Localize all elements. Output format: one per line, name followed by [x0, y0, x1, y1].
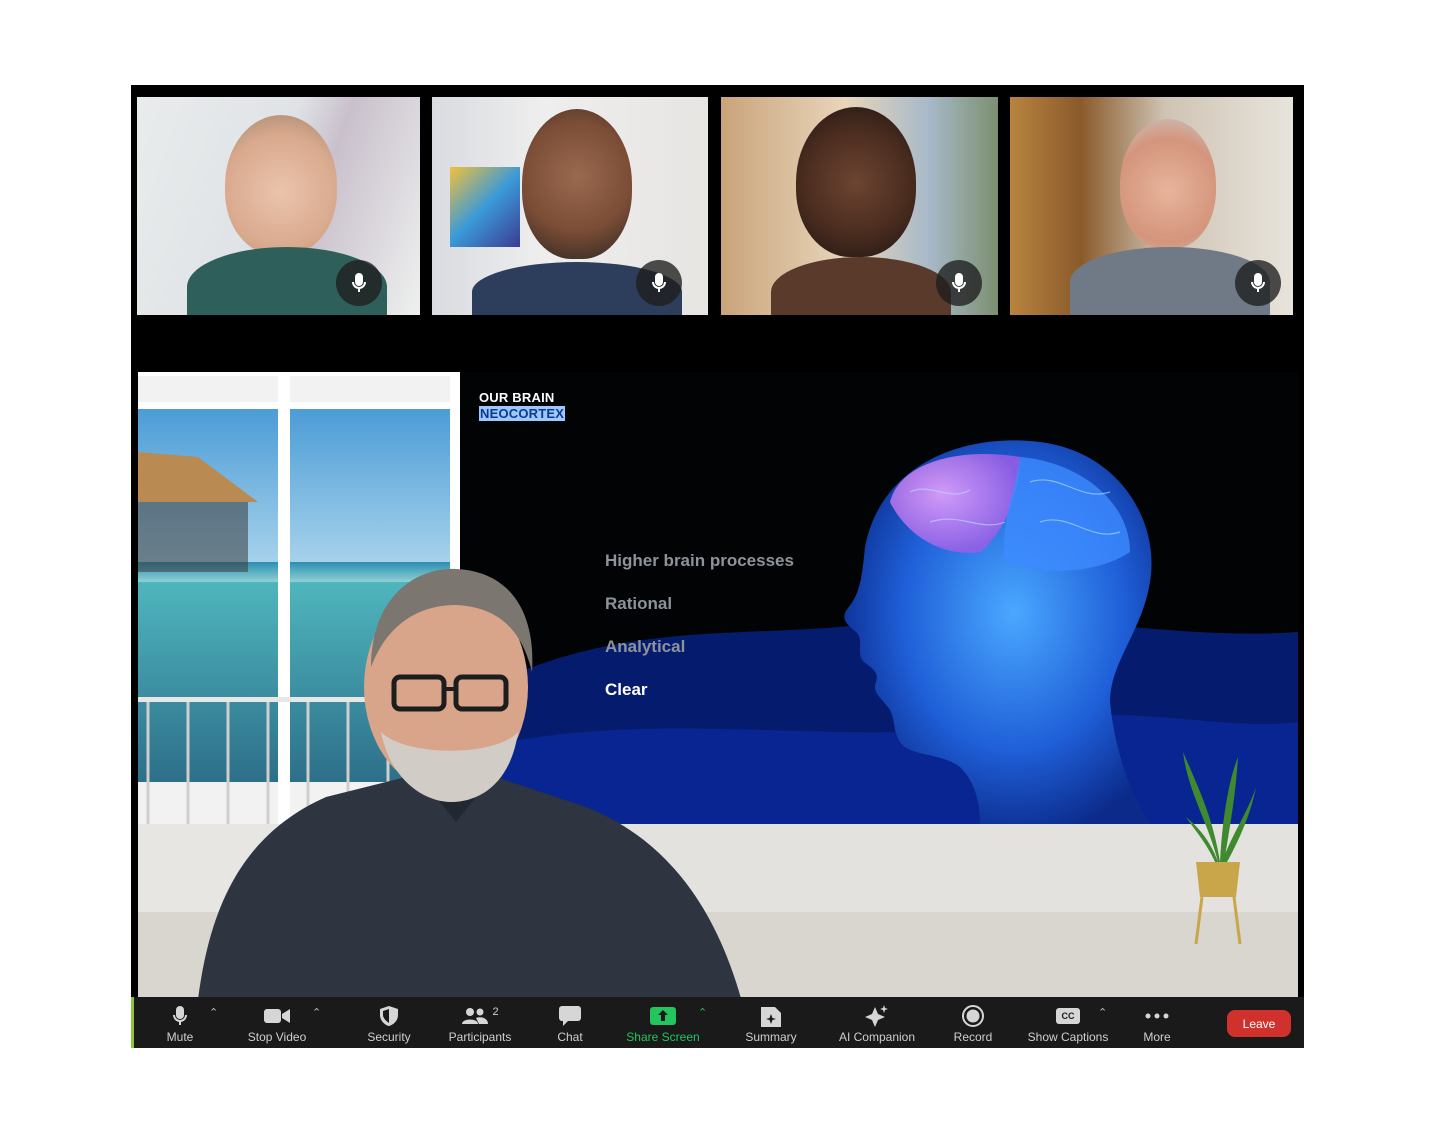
- plant-decoration: [1183, 752, 1256, 945]
- chat-button[interactable]: Chat: [547, 997, 593, 1048]
- chat-label: Chat: [557, 1030, 583, 1044]
- ai-sparkle-icon: [865, 1005, 888, 1027]
- participants-button[interactable]: 2 Participants: [441, 997, 519, 1048]
- participant-video: [796, 107, 916, 257]
- slide-title-text: OUR BRAIN: [479, 390, 555, 405]
- microphone-icon[interactable]: [636, 260, 682, 306]
- ai-companion-button[interactable]: AI Companion: [831, 997, 923, 1048]
- record-label: Record: [953, 1030, 993, 1044]
- share-screen-icon: [650, 1007, 676, 1025]
- zoom-meeting-window: OUR BRAIN NEOCORTEX Higher brain process…: [131, 85, 1304, 1048]
- mute-label: Mute: [166, 1030, 194, 1044]
- microphone-icon[interactable]: [336, 260, 382, 306]
- window-edge-accent: [131, 997, 134, 1048]
- participant-video: [1120, 119, 1216, 249]
- active-speaker-video: OUR BRAIN NEOCORTEX Higher brain process…: [138, 372, 1298, 997]
- microphone-icon: [173, 1006, 187, 1025]
- summary-icon: [761, 1007, 781, 1027]
- record-button[interactable]: Record: [947, 997, 999, 1048]
- shield-icon: [380, 1006, 398, 1026]
- share-screen-label: Share Screen: [626, 1030, 700, 1044]
- presenter-video: [198, 568, 741, 997]
- video-options-caret[interactable]: ⌃: [312, 1006, 321, 1019]
- microphone-icon[interactable]: [1235, 260, 1281, 306]
- more-button[interactable]: More: [1137, 997, 1177, 1048]
- participant-video-tile-3[interactable]: [721, 97, 998, 315]
- more-label: More: [1143, 1030, 1171, 1044]
- summary-button[interactable]: Summary: [738, 997, 804, 1048]
- security-label: Security: [367, 1030, 411, 1044]
- cc-text: CC: [1061, 1011, 1075, 1021]
- participants-icon: [462, 1008, 489, 1024]
- ai-companion-label: AI Companion: [838, 1030, 916, 1044]
- audio-options-caret[interactable]: ⌃: [209, 1006, 218, 1019]
- security-button[interactable]: Security: [359, 997, 419, 1048]
- mute-button[interactable]: Mute: [159, 997, 201, 1048]
- captions-options-caret[interactable]: ⌃: [1098, 1006, 1107, 1019]
- microphone-icon[interactable]: [936, 260, 982, 306]
- participant-video-tile-4[interactable]: [1010, 97, 1293, 315]
- share-screen-button[interactable]: Share Screen: [621, 997, 705, 1048]
- share-options-caret[interactable]: ⌃: [698, 1006, 707, 1019]
- participant-video-tile-2[interactable]: [432, 97, 708, 315]
- show-captions-label: Show Captions: [1027, 1030, 1109, 1044]
- stop-video-label: Stop Video: [247, 1030, 307, 1044]
- slide-subtitle: NEOCORTEX: [479, 406, 566, 421]
- closed-captions-icon: CC: [1056, 1008, 1080, 1024]
- stop-video-button[interactable]: Stop Video: [241, 997, 313, 1048]
- show-captions-button[interactable]: CC Show Captions: [1021, 997, 1115, 1048]
- chat-bubble-icon: [559, 1006, 581, 1026]
- summary-label: Summary: [745, 1030, 797, 1044]
- participants-count: 2: [492, 1006, 499, 1018]
- record-icon: [962, 1005, 984, 1027]
- meeting-toolbar: Mute ⌃ Stop Video ⌃ Security 2 Participa…: [131, 997, 1304, 1048]
- participant-video: [522, 109, 632, 259]
- slide-title: OUR BRAIN NEOCORTEX: [479, 390, 566, 422]
- leave-button[interactable]: Leave: [1227, 1010, 1291, 1037]
- participant-video-tile-1[interactable]: [137, 97, 420, 315]
- more-dots-icon: [1145, 1013, 1169, 1019]
- participant-video: [225, 115, 337, 255]
- participants-label: Participants: [448, 1030, 512, 1044]
- video-camera-icon: [264, 1009, 290, 1023]
